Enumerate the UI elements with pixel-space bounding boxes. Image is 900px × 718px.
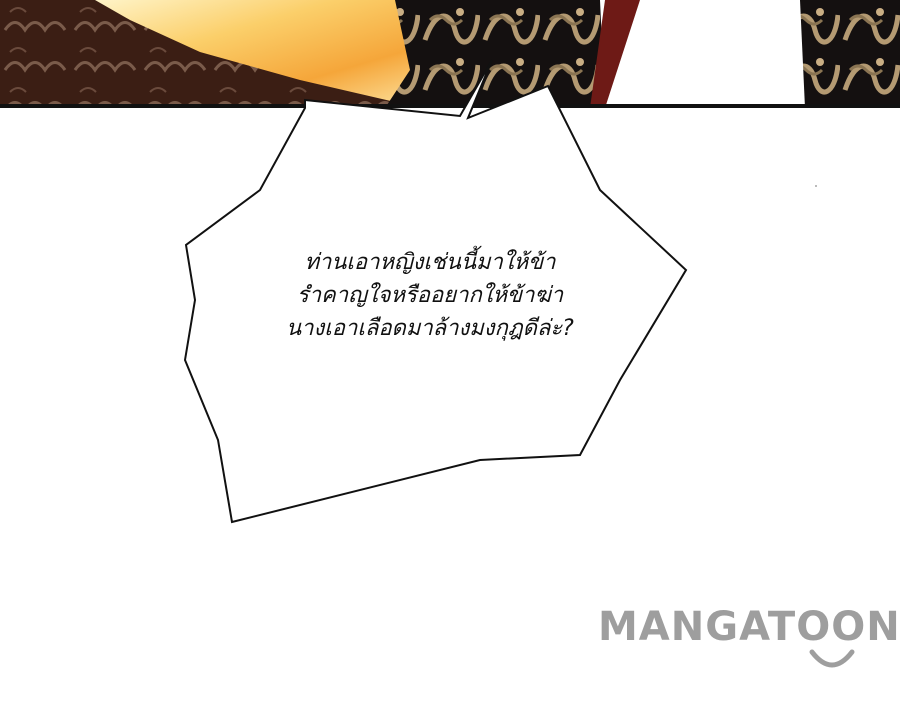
dialogue-text: ท่านเอาหญิงเช่นนี้มาให้ข้า รำคาญใจหรืออย… — [200, 246, 660, 345]
dust-speck — [815, 185, 817, 187]
dialogue-line: นางเอาเลือดมาล้างมงกุฎดีล่ะ? — [286, 316, 574, 341]
watermark-text: MANGATOON — [598, 604, 900, 650]
smile-icon — [809, 649, 855, 668]
mangatoon-watermark: MANGATOON — [598, 604, 900, 674]
comic-panel: ท่านเอาหญิงเช่นนี้มาให้ข้า รำคาญใจหรืออย… — [0, 0, 900, 718]
dialogue-line: ท่านเอาหญิงเช่นนี้มาให้ข้า — [304, 250, 556, 275]
dialogue-line: รำคาญใจหรืออยากให้ข้าฆ่า — [296, 283, 564, 308]
